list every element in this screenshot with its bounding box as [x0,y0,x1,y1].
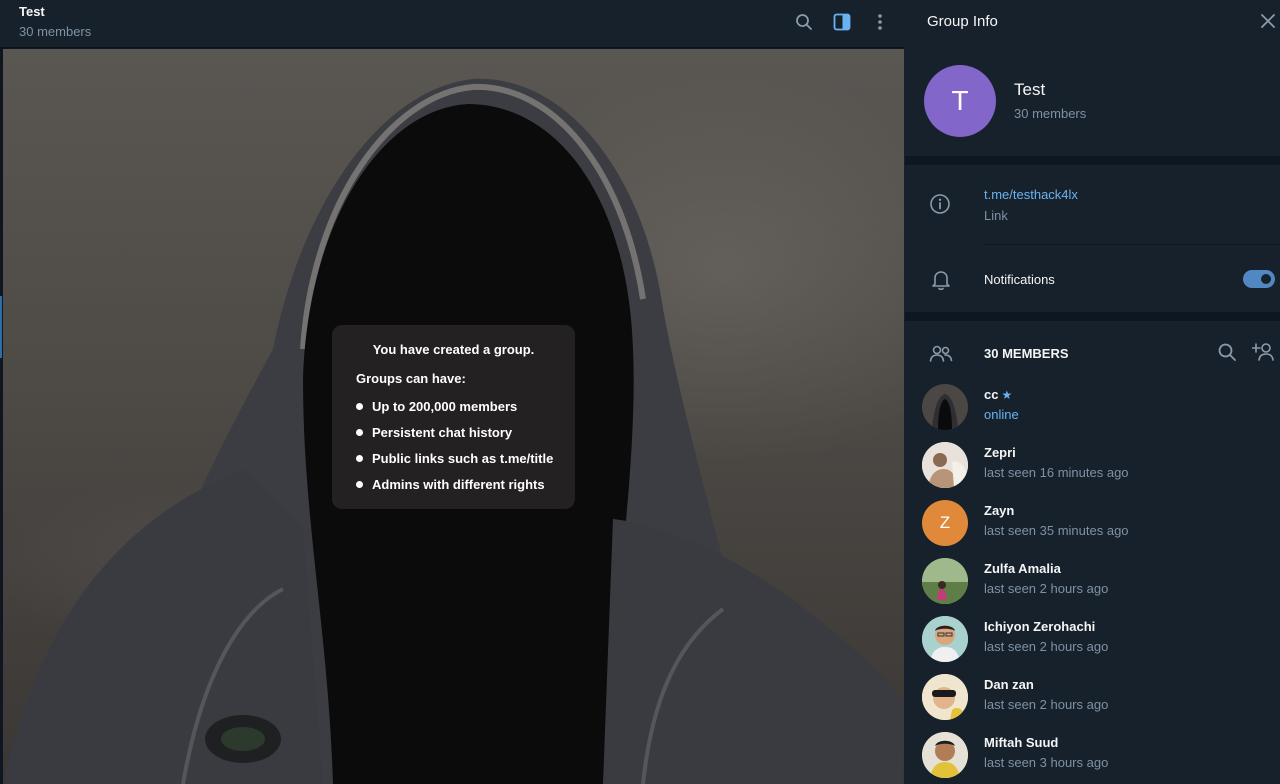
group-info-section: t.me/testhack4lx Link Notifications [905,165,1280,312]
avatar [922,732,968,778]
group-link-label: Link [984,208,1008,223]
member-row[interactable]: Z Zayn last seen 35 minutes ago [905,495,1280,553]
group-name: Test [1014,80,1046,99]
more-options-button[interactable] [864,8,896,36]
search-members-button[interactable] [1217,342,1237,367]
member-row[interactable]: Dan zan last seen 2 hours ago [905,669,1280,727]
bullet-icon [356,455,363,462]
search-icon [1218,343,1236,361]
feature-item: Admins with different rights [356,472,575,498]
message-title: You have created a group. [372,342,535,357]
search-button[interactable] [788,8,820,36]
photo-avatar-icon [922,674,968,720]
member-status: last seen 2 hours ago [984,697,1109,712]
toggle-info-panel-button[interactable] [826,8,858,36]
avatar [922,558,968,604]
group-link[interactable]: t.me/testhack4lx [984,187,1078,202]
members-heading: 30 MEMBERS [984,346,1069,361]
member-status: last seen 2 hours ago [984,639,1109,654]
photo-avatar-icon [922,616,968,662]
member-name: Miftah Suud [984,735,1059,750]
feature-item: Public links such as t.me/title [356,446,575,472]
member-name: Ichiyon Zerohachi [984,619,1096,634]
member-status: last seen 3 hours ago [984,755,1109,770]
avatar [922,674,968,720]
panel-header: Group Info [905,0,1280,44]
toggle-knob [1259,272,1273,286]
members-icon [929,345,953,362]
close-panel-button[interactable] [1257,10,1279,32]
member-status: last seen 2 hours ago [984,581,1109,596]
panel-title: Group Info [927,13,998,30]
feature-item: Persistent chat history [356,420,575,446]
member-row[interactable]: Zepri last seen 16 minutes ago [905,437,1280,495]
group-member-count: 30 members [1014,106,1087,121]
member-row[interactable]: Ichiyon Zerohachi last seen 2 hours ago [905,611,1280,669]
feature-text: Admins with different rights [372,477,545,492]
notifications-label: Notifications [984,272,1055,287]
bullet-icon [356,481,363,488]
feature-text: Public links such as t.me/title [372,451,554,466]
group-info-panel: Group Info T Test 30 members t.me/testha… [905,0,1280,784]
sidebar-panel-icon [833,13,851,31]
group-avatar[interactable]: T [924,65,996,137]
chat-header: Test 30 members [0,0,904,48]
member-status: last seen 16 minutes ago [984,465,1129,480]
divider [984,244,1280,245]
notifications-toggle[interactable] [1243,270,1275,288]
member-row[interactable]: Zulfa Amalia last seen 2 hours ago [905,553,1280,611]
avatar [922,384,968,430]
member-name: Zulfa Amalia [984,561,1061,576]
hooded-avatar-icon [922,384,968,430]
photo-avatar-icon [922,732,968,778]
feature-text: Persistent chat history [372,425,513,440]
member-row[interactable]: Miftah Suud last seen 3 hours ago [905,727,1280,784]
feature-list: Up to 200,000 members Persistent chat hi… [332,394,575,498]
bullet-icon [356,429,363,436]
more-vertical-icon [878,14,882,30]
member-name: Zepri [984,445,1016,460]
info-icon [930,194,950,214]
feature-text: Up to 200,000 members [372,399,518,414]
photo-avatar-icon [922,442,968,488]
chat-member-count[interactable]: 30 members [19,24,91,39]
close-icon [1261,14,1275,28]
message-subtitle: Groups can have: [356,371,466,386]
group-profile: T Test 30 members [905,44,1280,156]
member-row[interactable]: cc ★ online [905,379,1280,437]
photo-avatar-icon [922,558,968,604]
chat-wallpaper: You have created a group. Groups can hav… [3,49,904,784]
member-status: online [984,407,1019,422]
add-user-icon [1251,343,1274,361]
chat-title[interactable]: Test [19,4,45,19]
avatar: Z [922,500,968,546]
avatar [922,442,968,488]
member-name: Zayn [984,503,1015,518]
group-created-message: You have created a group. Groups can hav… [332,325,575,509]
member-name: Dan zan [984,677,1034,692]
star-icon: ★ [1001,388,1013,402]
chat-list-edge [0,296,2,358]
bullet-icon [356,403,363,410]
search-icon [796,14,812,30]
chat-area: Test 30 members You have created a group… [0,0,904,784]
avatar [922,616,968,662]
members-section: 30 MEMBERS cc ★ online Zepri last seen 16… [905,321,1280,784]
add-member-button[interactable] [1251,342,1276,367]
bell-icon [932,271,950,291]
member-status: last seen 35 minutes ago [984,523,1129,538]
member-name: cc ★ [984,387,1013,402]
feature-item: Up to 200,000 members [356,394,575,420]
